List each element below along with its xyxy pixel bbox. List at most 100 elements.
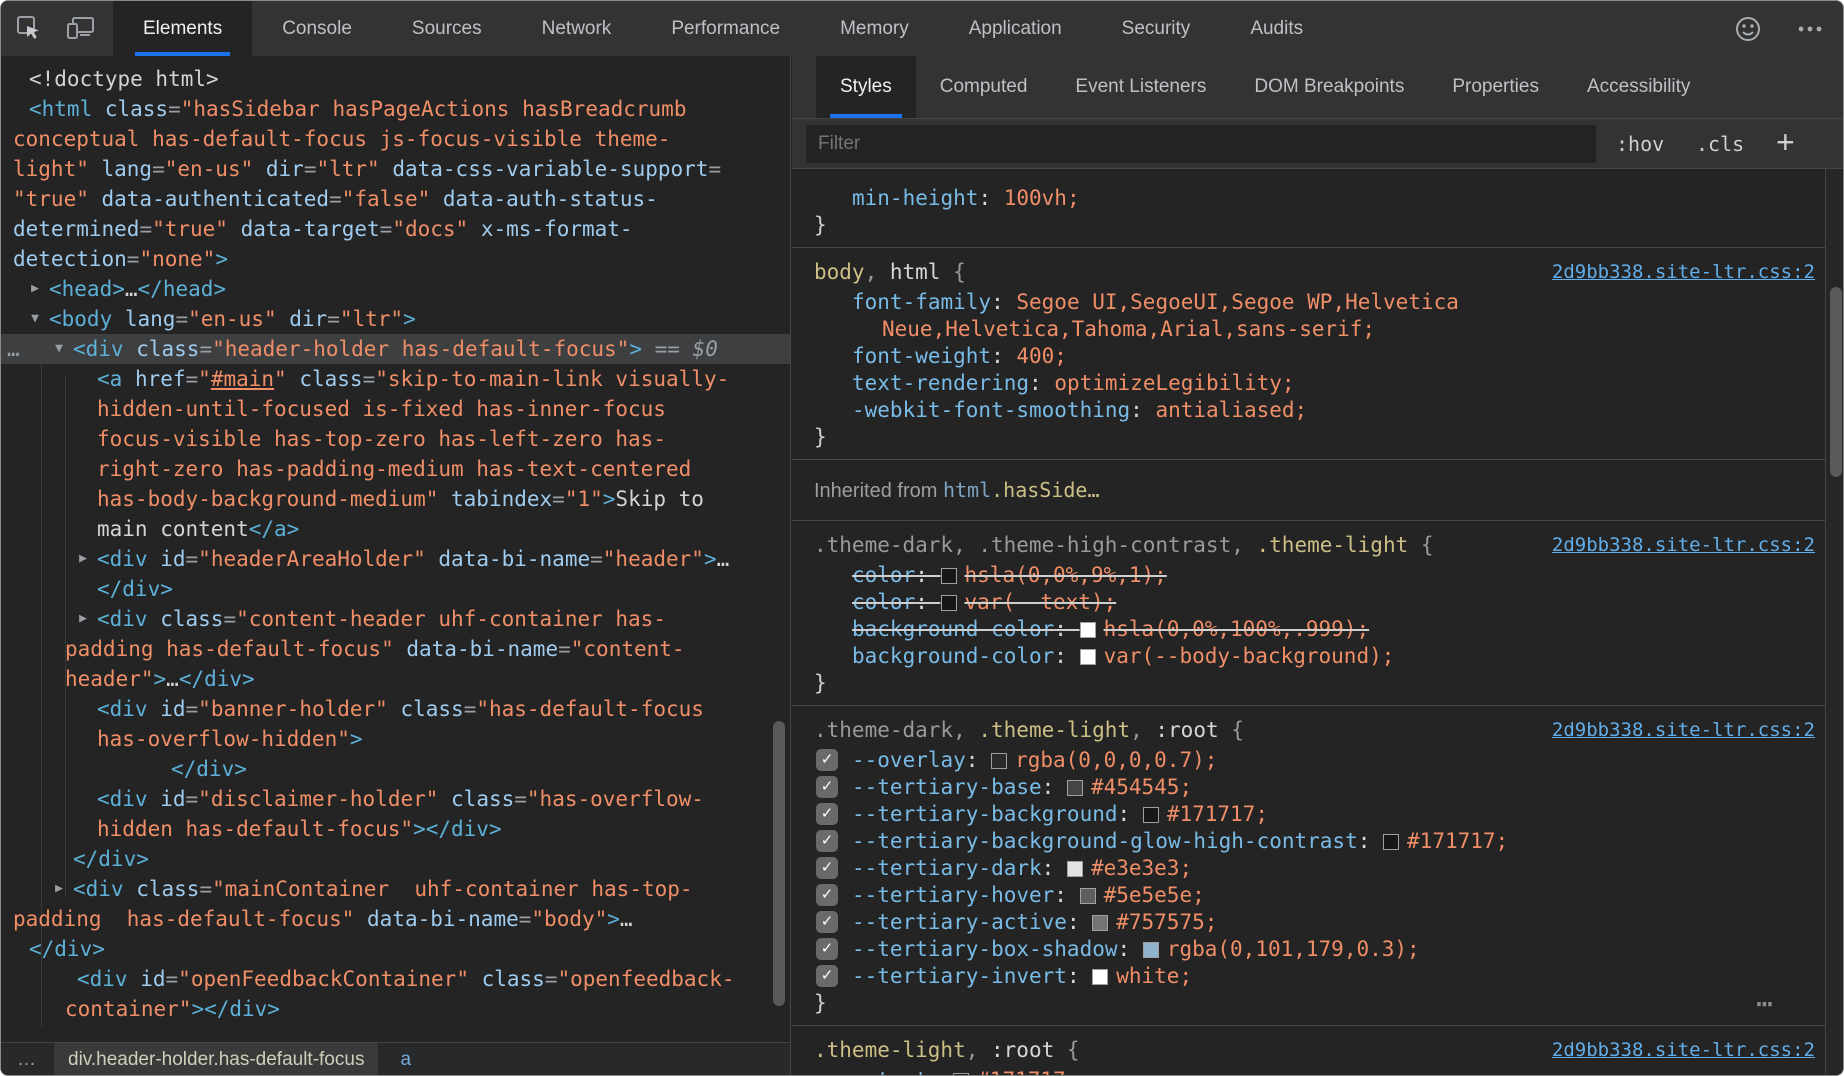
css-property[interactable]: min-height: 100vh; [792, 185, 1825, 212]
property-checkbox[interactable]: ✓ [816, 911, 838, 933]
hov-toggle[interactable]: :hov [1616, 119, 1664, 169]
css-property[interactable]: font-family: Segoe UI,SegoeUI,Segoe WP,H… [792, 289, 1825, 316]
color-swatch[interactable] [1067, 861, 1083, 877]
inherited-node-class[interactable]: .hasSide… [991, 478, 1099, 502]
device-toolbar-icon[interactable] [65, 13, 99, 45]
tab-performance[interactable]: Performance [641, 1, 810, 56]
expand-arrow-icon[interactable]: ▶ [25, 274, 45, 304]
tab-memory[interactable]: Memory [810, 1, 939, 56]
property-checkbox[interactable]: ✓ [816, 965, 838, 987]
css-property[interactable]: ✓--tertiary-dark: #e3e3e3; [792, 855, 1825, 882]
tab-sources[interactable]: Sources [382, 1, 512, 56]
color-swatch[interactable] [1143, 942, 1159, 958]
dom-tree-line[interactable]: ▶<div id="headerAreaHolder" data-bi-name… [1, 544, 790, 574]
inspect-icon[interactable] [15, 13, 49, 45]
dom-tree-line[interactable]: hidden-until-focused is-fixed has-inner-… [1, 394, 790, 424]
styles-tab-dom-breakpoints[interactable]: DOM Breakpoints [1230, 56, 1428, 118]
dom-tree-line[interactable]: detection="none"> [1, 244, 790, 274]
styles-tab-properties[interactable]: Properties [1428, 56, 1563, 118]
breadcrumb-overflow[interactable]: … [17, 1049, 36, 1071]
css-selector[interactable]: .theme-dark, .theme-light, :root {2d9bb3… [792, 714, 1825, 747]
dom-tree-line[interactable]: ▶<head>…</head> [1, 274, 790, 304]
filter-input[interactable] [806, 125, 1596, 163]
dom-tree-line[interactable]: conceptual has-default-focus js-focus-vi… [1, 124, 790, 154]
dom-tree-line[interactable]: </div> [1, 754, 790, 784]
color-swatch[interactable] [991, 753, 1007, 769]
color-swatch[interactable] [1080, 622, 1096, 638]
tab-audits[interactable]: Audits [1220, 1, 1333, 56]
color-swatch[interactable] [1080, 888, 1096, 904]
property-checkbox[interactable]: ✓ [816, 938, 838, 960]
dom-tree-line[interactable]: focus-visible has-top-zero has-left-zero… [1, 424, 790, 454]
collapse-arrow-icon[interactable]: ▼ [25, 304, 45, 334]
css-property[interactable]: ✓--tertiary-background-glow-high-contras… [792, 828, 1825, 855]
css-property[interactable]: text-rendering: optimizeLegibility; [792, 370, 1825, 397]
tab-elements[interactable]: Elements [113, 1, 252, 56]
css-property[interactable]: font-weight: 400; [792, 343, 1825, 370]
dom-tree-line[interactable]: has-overflow-hidden"> [1, 724, 790, 754]
collapse-arrow-icon[interactable]: ▼ [49, 334, 69, 364]
new-rule-button[interactable]: + [1776, 119, 1795, 169]
dom-tree-line[interactable]: has-body-background-medium" tabindex="1"… [1, 484, 790, 514]
dom-tree-line[interactable]: ▼<body lang="en-us" dir="ltr"> [1, 304, 790, 334]
dom-tree-line-selected[interactable]: ▼…<div class="header-holder has-default-… [1, 334, 790, 364]
breadcrumb-item[interactable]: a [400, 1049, 411, 1071]
tab-application[interactable]: Application [939, 1, 1092, 56]
property-checkbox[interactable]: ✓ [816, 857, 838, 879]
expand-arrow-icon[interactable]: ▶ [73, 544, 93, 574]
dom-tree-line[interactable]: <div id="openFeedbackContainer" class="o… [1, 964, 790, 994]
dom-tree-line[interactable]: padding has-default-focus" data-bi-name=… [1, 634, 790, 664]
dom-tree-line[interactable]: </div> [1, 574, 790, 604]
css-property[interactable]: ✓--tertiary-invert: white; [792, 963, 1825, 990]
css-property[interactable]: ✓--tertiary-active: #757575; [792, 909, 1825, 936]
styles-tab-event-listeners[interactable]: Event Listeners [1051, 56, 1230, 118]
dom-tree-line[interactable]: </div> [1, 844, 790, 874]
css-property[interactable]: background-color: var(--body-background)… [792, 643, 1825, 670]
css-property[interactable]: ✓--tertiary-hover: #5e5e5e; [792, 882, 1825, 909]
color-swatch[interactable] [1383, 834, 1399, 850]
property-checkbox[interactable]: ✓ [816, 803, 838, 825]
property-checkbox[interactable]: ✓ [816, 884, 838, 906]
property-checkbox[interactable]: ✓ [816, 830, 838, 852]
css-selector[interactable]: .theme-light, :root {2d9bb338.site-ltr.c… [792, 1034, 1825, 1067]
dom-tree-line[interactable]: <div id="banner-holder" class="has-defau… [1, 694, 790, 724]
css-property[interactable]: color: hsla(0,0%,9%,1); [792, 562, 1825, 589]
dom-tree-line[interactable]: <a href="#main" class="skip-to-main-link… [1, 364, 790, 394]
css-property[interactable]: ✓--tertiary-base: #454545; [792, 774, 1825, 801]
color-swatch[interactable] [1092, 915, 1108, 931]
dom-tree-line[interactable]: determined="true" data-target="docs" x-m… [1, 214, 790, 244]
property-checkbox[interactable]: ✓ [816, 749, 838, 771]
css-selector[interactable]: .theme-dark, .theme-high-contrast, .them… [792, 529, 1825, 562]
dom-tree-line[interactable]: hidden has-default-focus"></div> [1, 814, 790, 844]
inherited-node-tag[interactable]: html [943, 478, 991, 502]
tab-network[interactable]: Network [512, 1, 642, 56]
feedback-smiley-icon[interactable] [1733, 13, 1767, 45]
dom-tree-line[interactable]: right-zero has-padding-medium has-text-c… [1, 454, 790, 484]
dom-tree-line[interactable]: <!doctype html> [1, 64, 790, 94]
css-property[interactable]: --text: #171717; [792, 1067, 1825, 1076]
color-swatch[interactable] [1080, 649, 1096, 665]
cls-toggle[interactable]: .cls [1696, 119, 1744, 169]
css-property[interactable]: ✓--overlay: rgba(0,0,0,0.7); [792, 747, 1825, 774]
dom-tree-line[interactable]: light" lang="en-us" dir="ltr" data-css-v… [1, 154, 790, 184]
dom-tree-line[interactable]: main content</a> [1, 514, 790, 544]
breadcrumb-item[interactable]: div.header-holder.has-default-focus [54, 1043, 378, 1076]
property-checkbox[interactable]: ✓ [816, 776, 838, 798]
tab-security[interactable]: Security [1092, 1, 1221, 56]
overflow-indicator[interactable]: … [7, 334, 20, 364]
css-property[interactable]: background-color: hsla(0,0%,100%,.999); [792, 616, 1825, 643]
more-options-icon[interactable] [1793, 13, 1827, 45]
elements-scrollbar-thumb[interactable] [773, 721, 785, 1006]
styles-tab-accessibility[interactable]: Accessibility [1563, 56, 1714, 118]
css-property[interactable]: -webkit-font-smoothing: antialiased; [792, 397, 1825, 424]
css-property[interactable]: color: var(--text); [792, 589, 1825, 616]
dom-tree-line[interactable]: ▶<div class="mainContainer uhf-container… [1, 874, 790, 904]
css-property[interactable]: ✓--tertiary-box-shadow: rgba(0,101,179,0… [792, 936, 1825, 963]
tab-console[interactable]: Console [252, 1, 382, 56]
styles-tab-computed[interactable]: Computed [916, 56, 1052, 118]
styles-scrollbar-thumb[interactable] [1830, 287, 1842, 477]
styles-scrollbar-track[interactable] [1825, 169, 1844, 1076]
color-swatch[interactable] [1067, 780, 1083, 796]
dom-tree-line[interactable]: header">…</div> [1, 664, 790, 694]
dom-tree-line[interactable]: </div> [1, 934, 790, 964]
